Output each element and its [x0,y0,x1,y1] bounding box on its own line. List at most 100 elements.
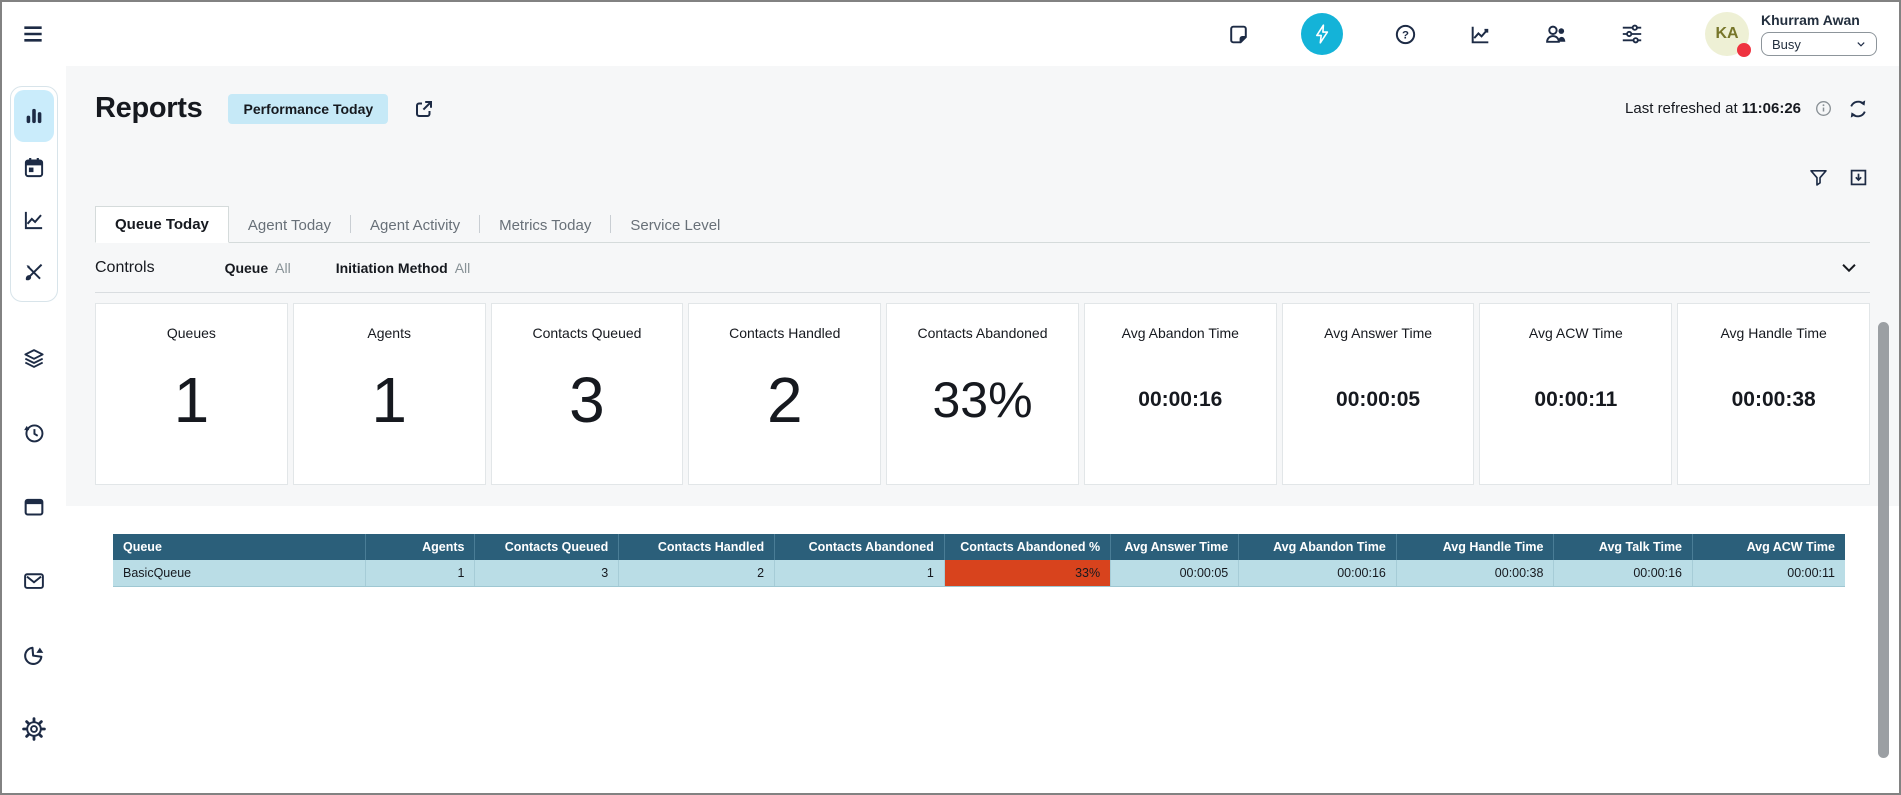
chevron-down-icon [1854,37,1868,51]
metric-value: 00:00:16 [1138,388,1222,412]
metric-card-contacts-abandoned: Contacts Abandoned 33% [886,303,1079,485]
sidebar-item-report-designer[interactable] [14,246,54,298]
hamburger-icon [20,21,46,47]
metric-value: 33% [932,371,1032,429]
design-brush-icon [21,259,47,285]
cell-contacts-handled: 2 [619,560,775,587]
metric-card-contacts-queued: Contacts Queued 3 [491,303,684,485]
settings-sliders-button[interactable] [1619,21,1645,47]
sidebar-item-mail[interactable] [21,568,47,594]
tab-agent-today[interactable]: Agent Today [229,208,350,243]
scrollbar-thumb[interactable] [1878,322,1889,758]
tab-queue-today[interactable]: Queue Today [95,206,229,243]
mail-icon [21,568,47,594]
column-header[interactable]: Contacts Abandoned [775,534,945,560]
metric-card-avg-handle-time: Avg Handle Time 00:00:38 [1677,303,1870,485]
sidebar-lower-group [21,346,47,742]
filter-funnel-icon [1807,166,1830,189]
column-header[interactable]: Contacts Handled [619,534,775,560]
download-icon [1847,166,1870,189]
queue-metrics-table: Queue Agents Contacts Queued Contacts Ha… [113,534,1845,587]
cell-agents: 1 [366,560,475,587]
help-icon: ? [1393,22,1418,47]
sliders-icon [1619,21,1645,47]
controls-bar: Controls Queue All Initiation Method All [95,243,1870,293]
tab-agent-activity[interactable]: Agent Activity [351,208,479,243]
filter-button[interactable] [1807,165,1830,189]
main-content: Reports Performance Today Last refreshed… [66,66,1899,793]
notes-button[interactable] [1226,22,1251,47]
cell-contacts-abandoned: 1 [775,560,945,587]
cell-contacts-abandoned-pct: 33% [944,560,1110,587]
svg-text:?: ? [1402,29,1409,41]
user-name: Khurram Awan [1761,12,1877,28]
metric-cards: Queues 1 Agents 1 Contacts Queued 3 Cont… [95,303,1870,485]
column-header[interactable]: Avg ACW Time [1693,534,1845,560]
metric-value: 00:00:38 [1732,388,1816,412]
sidebar-item-historical-metrics[interactable] [14,194,54,246]
table-row[interactable]: BasicQueue 1 3 2 1 33% 00:00:05 00:00:16… [113,560,1845,587]
sidebar-item-settings[interactable] [21,716,47,742]
column-header[interactable]: Queue [113,534,366,560]
metric-card-avg-answer-time: Avg Answer Time 00:00:05 [1282,303,1475,485]
vertical-scrollbar[interactable] [1878,320,1891,789]
info-icon[interactable] [1814,99,1833,118]
column-header[interactable]: Avg Talk Time [1554,534,1693,560]
sidebar-item-dashboard-window[interactable] [21,494,47,520]
table-header-row: Queue Agents Contacts Queued Contacts Ha… [113,534,1845,560]
metric-card-contacts-handled: Contacts Handled 2 [688,303,881,485]
sidebar-item-scheduled-reports[interactable] [14,142,54,194]
sidebar-reports-group [10,86,58,302]
avatar-initials: KA [1715,25,1738,43]
sidebar-item-routing[interactable] [21,346,47,372]
page-header: Reports Performance Today Last refreshed… [95,92,1870,125]
avatar[interactable]: KA [1705,12,1749,56]
external-link-icon [412,97,436,121]
history-icon [21,420,47,446]
line-chart-icon [1468,22,1493,47]
initiation-method-filter[interactable]: Initiation Method All [336,260,471,276]
status-select[interactable]: Busy [1761,32,1877,56]
metrics-button[interactable] [1468,22,1493,47]
sidebar-item-analytics[interactable] [21,642,47,668]
report-tabs: Queue Today Agent Today Agent Activity M… [95,205,1870,243]
column-header[interactable]: Avg Handle Time [1396,534,1554,560]
column-header[interactable]: Avg Abandon Time [1239,534,1397,560]
collapse-controls-button[interactable] [1836,255,1862,281]
tab-metrics-today[interactable]: Metrics Today [480,208,610,243]
cell-avg-answer-time: 00:00:05 [1111,560,1239,587]
refresh-area: Last refreshed at 11:06:26 [1625,97,1870,121]
topbar-actions: ? [1226,12,1877,56]
cell-avg-handle-time: 00:00:38 [1396,560,1554,587]
browser-window-icon [21,494,47,520]
cell-queue: BasicQueue [113,560,366,587]
column-header[interactable]: Avg Answer Time [1111,534,1239,560]
directory-button[interactable] [1543,21,1569,47]
download-button[interactable] [1847,165,1870,189]
presence-dot [1737,43,1751,57]
hamburger-menu-button[interactable] [20,21,46,47]
column-header[interactable]: Contacts Queued [475,534,619,560]
chevron-down-icon [1836,255,1862,281]
open-in-new-window-button[interactable] [412,97,436,121]
refresh-button[interactable] [1846,97,1870,121]
line-chart-icon [21,207,47,233]
cell-avg-talk-time: 00:00:16 [1554,560,1693,587]
sidebar-item-history[interactable] [21,420,47,446]
column-header[interactable]: Contacts Abandoned % [944,534,1110,560]
lightning-icon [1310,22,1334,46]
user-box: KA Khurram Awan Busy [1705,12,1877,56]
metric-card-avg-abandon-time: Avg Abandon Time 00:00:16 [1084,303,1277,485]
help-button[interactable]: ? [1393,22,1418,47]
metric-value: 3 [569,363,605,437]
metric-value: 2 [767,363,803,437]
sidebar-item-realtime-reports[interactable] [14,90,54,142]
last-refreshed-text: Last refreshed at 11:06:26 [1625,100,1801,117]
tab-service-level[interactable]: Service Level [611,208,739,243]
metric-value: 00:00:05 [1336,388,1420,412]
queue-filter[interactable]: Queue All [225,260,291,276]
cell-avg-abandon-time: 00:00:16 [1239,560,1397,587]
performance-today-badge[interactable]: Performance Today [228,94,388,124]
quick-connects-button[interactable] [1301,13,1343,55]
column-header[interactable]: Agents [366,534,475,560]
